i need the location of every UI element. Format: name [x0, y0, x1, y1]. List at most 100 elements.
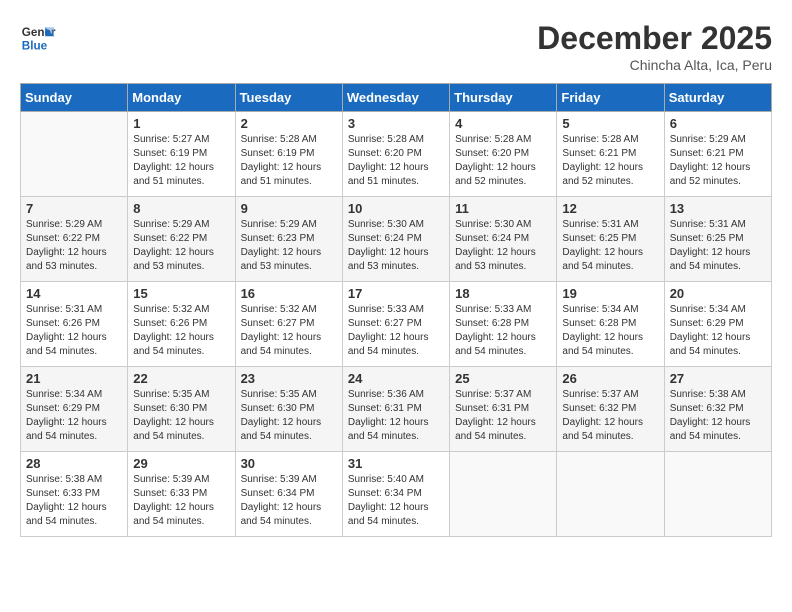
logo-icon: General Blue: [20, 20, 56, 56]
day-number: 22: [133, 371, 229, 386]
weekday-header-friday: Friday: [557, 84, 664, 112]
day-number: 7: [26, 201, 122, 216]
calendar-cell: 9 Sunrise: 5:29 AM Sunset: 6:23 PM Daylig…: [235, 197, 342, 282]
weekday-header-tuesday: Tuesday: [235, 84, 342, 112]
day-info: Sunrise: 5:29 AM Sunset: 6:22 PM Dayligh…: [133, 218, 229, 274]
calendar-cell: 14Sunrise: 5:31 AM Sunset: 6:26 PM Dayli…: [21, 282, 128, 367]
day-info: Sunrise: 5:39 AM Sunset: 6:34 PM Dayligh…: [241, 473, 337, 529]
day-info: Sunrise: 5:28 AM Sunset: 6:20 PM Dayligh…: [348, 133, 444, 189]
calendar-cell: [21, 112, 128, 197]
calendar-cell: 31 Sunrise: 5:40 AM Sunset: 6:34 PM Dayli…: [342, 452, 449, 537]
day-number: 3: [348, 116, 444, 131]
week-row-1: 1Sunrise: 5:27 AM Sunset: 6:19 PM Daylig…: [21, 112, 772, 197]
day-number: 23: [241, 371, 337, 386]
day-info: Sunrise: 5:31 AM Sunset: 6:25 PM Dayligh…: [670, 218, 766, 274]
calendar-cell: 8 Sunrise: 5:29 AM Sunset: 6:22 PM Daylig…: [128, 197, 235, 282]
day-number: 26: [562, 371, 658, 386]
calendar-cell: 3 Sunrise: 5:28 AM Sunset: 6:20 PM Daylig…: [342, 112, 449, 197]
calendar-cell: 26 Sunrise: 5:37 AM Sunset: 6:32 PM Dayli…: [557, 367, 664, 452]
day-info: Sunrise: 5:28 AM Sunset: 6:21 PM Dayligh…: [562, 133, 658, 189]
day-number: 18: [455, 286, 551, 301]
day-number: 28: [26, 456, 122, 471]
day-info: Sunrise: 5:34 AM Sunset: 6:28 PM Dayligh…: [562, 303, 658, 359]
day-number: 9: [241, 201, 337, 216]
day-info: Sunrise: 5:28 AM Sunset: 6:20 PM Dayligh…: [455, 133, 551, 189]
day-number: 6: [670, 116, 766, 131]
day-info: Sunrise: 5:30 AM Sunset: 6:24 PM Dayligh…: [455, 218, 551, 274]
weekday-header-wednesday: Wednesday: [342, 84, 449, 112]
day-info: Sunrise: 5:34 AM Sunset: 6:29 PM Dayligh…: [670, 303, 766, 359]
day-info: Sunrise: 5:29 AM Sunset: 6:21 PM Dayligh…: [670, 133, 766, 189]
day-info: Sunrise: 5:29 AM Sunset: 6:23 PM Dayligh…: [241, 218, 337, 274]
calendar-cell: 7 Sunrise: 5:29 AM Sunset: 6:22 PM Daylig…: [21, 197, 128, 282]
day-info: Sunrise: 5:27 AM Sunset: 6:19 PM Dayligh…: [133, 133, 229, 189]
day-info: Sunrise: 5:38 AM Sunset: 6:32 PM Dayligh…: [670, 388, 766, 444]
day-info: Sunrise: 5:30 AM Sunset: 6:24 PM Dayligh…: [348, 218, 444, 274]
day-number: 2: [241, 116, 337, 131]
calendar-cell: 13Sunrise: 5:31 AM Sunset: 6:25 PM Dayli…: [664, 197, 771, 282]
day-number: 20: [670, 286, 766, 301]
day-number: 24: [348, 371, 444, 386]
day-number: 4: [455, 116, 551, 131]
page-header: General Blue December 2025 Chincha Alta,…: [20, 20, 772, 73]
calendar-cell: 18 Sunrise: 5:33 AM Sunset: 6:28 PM Dayli…: [450, 282, 557, 367]
svg-text:Blue: Blue: [22, 40, 48, 53]
day-info: Sunrise: 5:29 AM Sunset: 6:22 PM Dayligh…: [26, 218, 122, 274]
calendar-cell: [450, 452, 557, 537]
day-number: 31: [348, 456, 444, 471]
day-info: Sunrise: 5:35 AM Sunset: 6:30 PM Dayligh…: [241, 388, 337, 444]
week-row-4: 21 Sunrise: 5:34 AM Sunset: 6:29 PM Dayli…: [21, 367, 772, 452]
calendar-cell: 5 Sunrise: 5:28 AM Sunset: 6:21 PM Daylig…: [557, 112, 664, 197]
week-row-2: 7 Sunrise: 5:29 AM Sunset: 6:22 PM Daylig…: [21, 197, 772, 282]
day-number: 11: [455, 201, 551, 216]
calendar-cell: 11 Sunrise: 5:30 AM Sunset: 6:24 PM Dayli…: [450, 197, 557, 282]
calendar-cell: 2 Sunrise: 5:28 AM Sunset: 6:19 PM Daylig…: [235, 112, 342, 197]
day-number: 12: [562, 201, 658, 216]
day-info: Sunrise: 5:32 AM Sunset: 6:26 PM Dayligh…: [133, 303, 229, 359]
calendar-cell: 21 Sunrise: 5:34 AM Sunset: 6:29 PM Dayli…: [21, 367, 128, 452]
weekday-header-row: SundayMondayTuesdayWednesdayThursdayFrid…: [21, 84, 772, 112]
day-info: Sunrise: 5:32 AM Sunset: 6:27 PM Dayligh…: [241, 303, 337, 359]
day-info: Sunrise: 5:38 AM Sunset: 6:33 PM Dayligh…: [26, 473, 122, 529]
day-info: Sunrise: 5:28 AM Sunset: 6:19 PM Dayligh…: [241, 133, 337, 189]
day-info: Sunrise: 5:36 AM Sunset: 6:31 PM Dayligh…: [348, 388, 444, 444]
day-number: 5: [562, 116, 658, 131]
day-number: 10: [348, 201, 444, 216]
weekday-header-saturday: Saturday: [664, 84, 771, 112]
day-info: Sunrise: 5:37 AM Sunset: 6:31 PM Dayligh…: [455, 388, 551, 444]
location: Chincha Alta, Ica, Peru: [537, 57, 772, 73]
day-info: Sunrise: 5:37 AM Sunset: 6:32 PM Dayligh…: [562, 388, 658, 444]
day-info: Sunrise: 5:31 AM Sunset: 6:25 PM Dayligh…: [562, 218, 658, 274]
calendar-cell: 20 Sunrise: 5:34 AM Sunset: 6:29 PM Dayli…: [664, 282, 771, 367]
day-number: 21: [26, 371, 122, 386]
day-info: Sunrise: 5:39 AM Sunset: 6:33 PM Dayligh…: [133, 473, 229, 529]
calendar-cell: 25 Sunrise: 5:37 AM Sunset: 6:31 PM Dayli…: [450, 367, 557, 452]
calendar-cell: 29Sunrise: 5:39 AM Sunset: 6:33 PM Dayli…: [128, 452, 235, 537]
day-number: 27: [670, 371, 766, 386]
calendar-cell: 27 Sunrise: 5:38 AM Sunset: 6:32 PM Dayli…: [664, 367, 771, 452]
day-info: Sunrise: 5:31 AM Sunset: 6:26 PM Dayligh…: [26, 303, 122, 359]
day-info: Sunrise: 5:34 AM Sunset: 6:29 PM Dayligh…: [26, 388, 122, 444]
calendar-cell: 17 Sunrise: 5:33 AM Sunset: 6:27 PM Dayli…: [342, 282, 449, 367]
day-number: 16: [241, 286, 337, 301]
calendar-cell: 15 Sunrise: 5:32 AM Sunset: 6:26 PM Dayli…: [128, 282, 235, 367]
calendar-cell: 6 Sunrise: 5:29 AM Sunset: 6:21 PM Daylig…: [664, 112, 771, 197]
day-info: Sunrise: 5:40 AM Sunset: 6:34 PM Dayligh…: [348, 473, 444, 529]
week-row-3: 14Sunrise: 5:31 AM Sunset: 6:26 PM Dayli…: [21, 282, 772, 367]
calendar-cell: 23 Sunrise: 5:35 AM Sunset: 6:30 PM Dayli…: [235, 367, 342, 452]
month-title: December 2025: [537, 20, 772, 57]
calendar-cell: 16 Sunrise: 5:32 AM Sunset: 6:27 PM Dayli…: [235, 282, 342, 367]
week-row-5: 28 Sunrise: 5:38 AM Sunset: 6:33 PM Dayli…: [21, 452, 772, 537]
calendar-cell: 19 Sunrise: 5:34 AM Sunset: 6:28 PM Dayli…: [557, 282, 664, 367]
day-number: 8: [133, 201, 229, 216]
calendar-cell: 4 Sunrise: 5:28 AM Sunset: 6:20 PM Daylig…: [450, 112, 557, 197]
calendar-cell: [664, 452, 771, 537]
day-number: 25: [455, 371, 551, 386]
day-info: Sunrise: 5:33 AM Sunset: 6:28 PM Dayligh…: [455, 303, 551, 359]
day-number: 30: [241, 456, 337, 471]
weekday-header-monday: Monday: [128, 84, 235, 112]
day-number: 19: [562, 286, 658, 301]
day-number: 17: [348, 286, 444, 301]
day-number: 15: [133, 286, 229, 301]
day-info: Sunrise: 5:33 AM Sunset: 6:27 PM Dayligh…: [348, 303, 444, 359]
